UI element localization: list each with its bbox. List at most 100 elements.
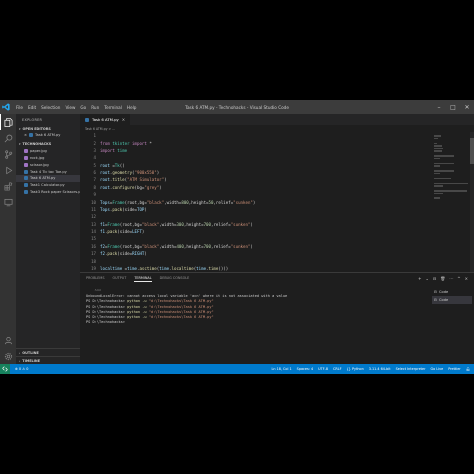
explorer-icon[interactable] (0, 114, 16, 130)
remote-explorer-icon[interactable] (0, 194, 16, 210)
file-item[interactable]: rock.jpg (16, 155, 80, 162)
problems-status[interactable]: ⊗ 0 ⚠ 0 (15, 367, 28, 371)
code-token: (side= (117, 251, 133, 257)
file-item[interactable]: scissor.jpg (16, 161, 80, 168)
trash-icon[interactable]: 🗑 (440, 276, 445, 281)
code-line[interactable]: 10 Tops = Frame (root,bg= "black" ,width= 800 ,h… (80, 198, 430, 205)
code-token: ) (250, 243, 253, 249)
notifications-bell-icon[interactable]: 🔔︎ (466, 367, 470, 371)
terminal-dropdown-icon[interactable]: ⌄ (425, 276, 428, 281)
scrollbar-thumb[interactable] (470, 138, 474, 164)
close-panel-icon[interactable]: × (465, 276, 468, 281)
line-number: 18 (91, 258, 96, 264)
indentation[interactable]: Spaces: 4 (297, 367, 313, 371)
code-line[interactable]: 2 from tkinter import * (80, 139, 430, 146)
menu-help[interactable]: Help (127, 105, 137, 110)
close-editor-icon[interactable]: × (24, 133, 27, 137)
code-line[interactable]: 18 (80, 257, 430, 264)
menu-terminal[interactable]: Terminal (104, 105, 122, 110)
tab-problems[interactable]: PROBLEMS (86, 276, 105, 281)
code-line[interactable]: 8 root. configure (bg= "grey") (80, 184, 430, 191)
search-icon[interactable] (0, 130, 16, 146)
code-line[interactable]: 11 Tops. pack (side= TOP) (80, 206, 430, 213)
workspace-section[interactable]: ▾ TECHNOHACKS (16, 141, 80, 148)
line-ending[interactable]: CRLF (333, 367, 342, 371)
minimap[interactable] (430, 132, 470, 272)
prettier-status[interactable]: Prettier (448, 367, 460, 371)
code-line[interactable]: 14 f1. pack (side= LEFT) (80, 228, 430, 235)
code-token: localtime (100, 265, 123, 271)
more-actions-icon[interactable]: ⋯ (449, 276, 453, 281)
remote-indicator-icon[interactable] (0, 364, 10, 374)
tab-output[interactable]: OUTPUT (113, 276, 127, 281)
source-control-icon[interactable] (0, 146, 16, 162)
close-window-icon[interactable]: ✕ (460, 100, 474, 114)
code-line[interactable]: 13 f1 = Frame (root,bg= "black" ,width= 300 ,hei… (80, 221, 430, 228)
tab-debug-console[interactable]: DEBUG CONSOLE (160, 276, 190, 281)
code-line[interactable]: 4 (80, 154, 430, 161)
menu-go[interactable]: Go (80, 105, 86, 110)
breadcrumb[interactable]: Task 6 ATM.py > ... (80, 125, 474, 132)
code-token: ) (164, 177, 167, 183)
terminal-instance-label: Code (439, 290, 449, 294)
menu-run[interactable]: Run (91, 105, 99, 110)
code-line[interactable]: 7 root. title("ATM Simulator") (80, 176, 430, 183)
select-interpreter[interactable]: Select Interpreter (396, 367, 426, 371)
code-line[interactable]: 1 (80, 132, 430, 139)
code-token: ,width= (159, 221, 177, 227)
code-token: time (208, 265, 219, 271)
cursor-position[interactable]: Ln 18, Col 1 (271, 367, 291, 371)
code-line[interactable]: 15 (80, 235, 430, 242)
editor-scrollbar[interactable] (470, 132, 474, 272)
code-token: 300 (176, 221, 184, 227)
tab-task-6-atm[interactable]: Task 6 ATM.py × (80, 114, 131, 125)
code-line[interactable]: 16 f2 = Frame (root,bg= "black" ,width= 400 ,hei… (80, 243, 430, 250)
maximize-panel-icon[interactable]: ^ (457, 276, 460, 281)
new-terminal-icon[interactable]: + (418, 276, 421, 281)
outline-section[interactable]: › OUTLINE (16, 348, 80, 356)
code-line[interactable]: 3 import time (80, 147, 430, 154)
file-item[interactable]: paper.jpg (16, 148, 80, 155)
file-item[interactable]: Task3 Rock paper Scissors.py (16, 188, 80, 195)
extensions-icon[interactable] (0, 178, 16, 194)
timeline-section[interactable]: › TIMELINE (16, 356, 80, 364)
tab-terminal[interactable]: TERMINAL (134, 276, 152, 282)
code-line[interactable]: 12 (80, 213, 430, 220)
run-debug-icon[interactable] (0, 162, 16, 178)
menu-selection[interactable]: Selection (41, 105, 60, 110)
close-tab-icon[interactable]: × (122, 117, 125, 122)
code-token: "sunken" (230, 243, 251, 249)
go-live-button[interactable]: Go Live (430, 367, 443, 371)
maximize-icon[interactable]: □ (446, 100, 460, 114)
file-item[interactable]: Task 6 ATM.py (16, 174, 80, 182)
menu-file[interactable]: File (16, 105, 23, 110)
code-line[interactable]: 5 root = Tk() (80, 162, 430, 169)
code-line[interactable]: 6 root. geometry("900x550") (80, 169, 430, 176)
code-token: (root,bg= (119, 221, 142, 227)
manage-gear-icon[interactable] (0, 348, 16, 364)
code-line[interactable]: 17 f2. pack (side= RIGHT) (80, 250, 430, 257)
menu-edit[interactable]: Edit (28, 105, 36, 110)
menu-view[interactable]: View (65, 105, 75, 110)
python-version[interactable]: 3.11.4 64-bit (369, 367, 391, 371)
code-editor[interactable]: 1 2 from tkinter import * 3 import time 4 5 roo… (80, 132, 430, 272)
line-number: 14 (91, 229, 96, 235)
terminal-instance[interactable]: ⊟ Code (432, 288, 472, 296)
code-line[interactable]: 19 localtime = time. asctime(time. localtime… (80, 265, 430, 272)
code-token: root (100, 177, 110, 183)
code-token: LEFT (132, 229, 142, 235)
terminal-output[interactable]: ^^^ UnboundLocalError: cannot access loca… (86, 289, 426, 325)
split-terminal-icon[interactable]: ⊟ (433, 276, 436, 281)
language-mode[interactable]: {} Python (347, 367, 364, 371)
account-icon[interactable] (0, 332, 16, 348)
bottom-panel: PROBLEMS OUTPUT TERMINAL DEBUG CONSOLE +… (80, 272, 474, 364)
terminal-instance[interactable]: ⊟ Code (432, 296, 472, 304)
file-item[interactable]: Task 4 Tic tac Toe.py (16, 168, 80, 175)
open-editor-item[interactable]: × Task 6 ATM.py (16, 132, 80, 139)
terminal-argument: "d:\Technohacks\Task 6 ATM.py" (148, 304, 214, 309)
minimize-icon[interactable]: – (432, 100, 446, 114)
file-item[interactable]: Task1 Calculator.py (16, 182, 80, 189)
open-editors-section[interactable]: ▾ OPEN EDITORS (16, 125, 80, 132)
code-line[interactable]: 9 (80, 191, 430, 198)
encoding[interactable]: UTF-8 (318, 367, 328, 371)
